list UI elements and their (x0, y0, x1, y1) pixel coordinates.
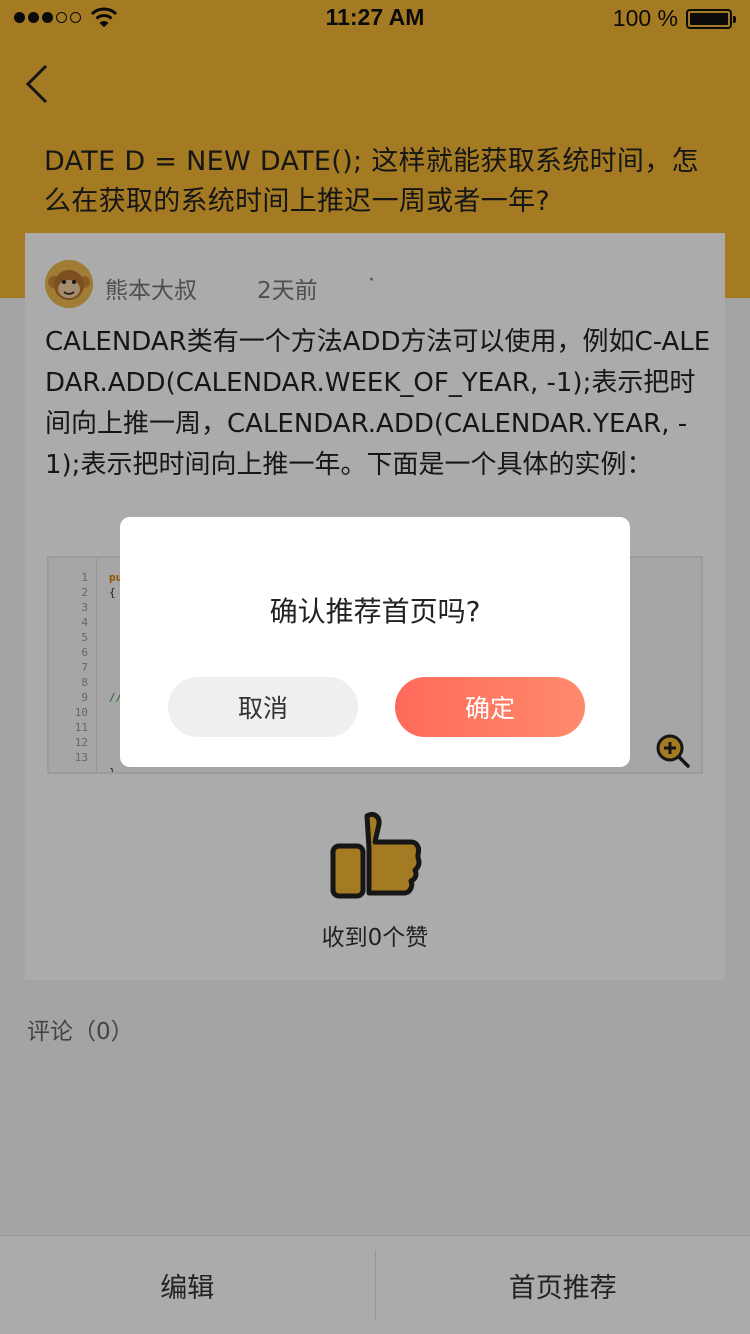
confirm-dialog: 确认推荐首页吗? 取消 确定 (120, 517, 630, 767)
confirm-button[interactable]: 确定 (395, 677, 585, 737)
dialog-title: 确认推荐首页吗? (269, 595, 481, 628)
cancel-button[interactable]: 取消 (168, 677, 358, 737)
